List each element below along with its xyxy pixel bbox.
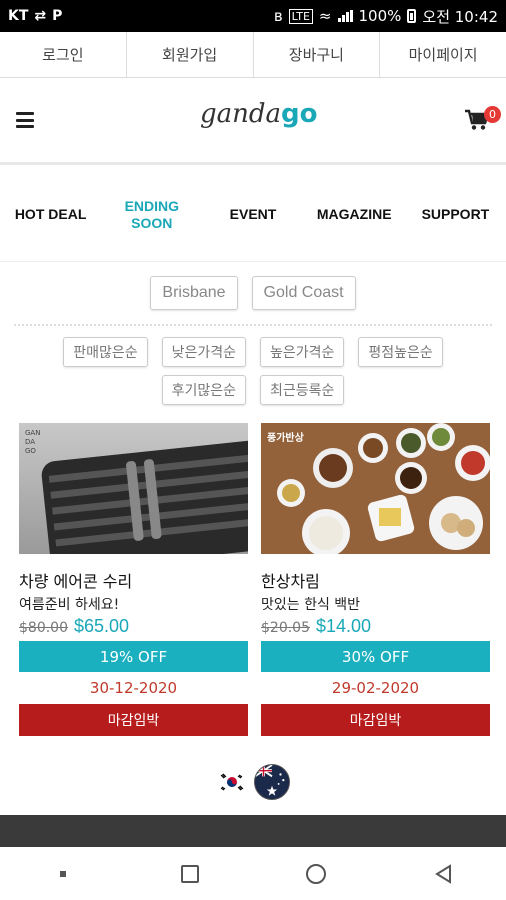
discount-badge: 30% OFF — [261, 641, 490, 672]
logo[interactable]: gandago — [200, 99, 318, 139]
signup-link[interactable]: 회원가입 — [127, 32, 254, 77]
carrier-label: KT — [8, 8, 29, 24]
product-title[interactable]: 한상차림 — [261, 568, 490, 591]
sort-high-price[interactable]: 높은가격순 — [260, 337, 345, 367]
location-filter: Brisbane Gold Coast — [0, 276, 506, 312]
tab-magazine[interactable]: MAGAZINE — [304, 168, 405, 261]
sort-options: 판매많은순 낮은가격순 높은가격순 평점높은순 후기많은순 최근등록순 — [40, 337, 466, 405]
main-nav: HOT DEAL ENDING SOON EVENT MAGAZINE SUPP… — [0, 168, 506, 262]
deal-end-date: 30-12-2020 — [89, 679, 178, 697]
discount-badge: 19% OFF — [19, 641, 248, 672]
back-icon[interactable] — [423, 854, 463, 894]
product-subtitle: 여름준비 하세요! — [19, 597, 120, 613]
sale-price: $14.00 — [316, 616, 372, 636]
tab-event[interactable]: EVENT — [202, 168, 303, 261]
original-price: $80.00 — [19, 620, 68, 636]
closing-soon-badge: 마감임박 — [261, 704, 490, 736]
sort-top-rated[interactable]: 평점높은순 — [358, 337, 443, 367]
cart-count-badge: 0 — [484, 106, 501, 123]
product-image[interactable]: 풍가반상 — [261, 423, 490, 554]
battery-icon — [407, 9, 417, 23]
mypage-link[interactable]: 마이페이지 — [380, 32, 506, 77]
tab-support[interactable]: SUPPORT — [405, 168, 506, 261]
menu-icon[interactable] — [16, 112, 34, 128]
divider — [14, 324, 492, 326]
home-icon[interactable] — [296, 854, 336, 894]
sort-most-reviews[interactable]: 후기많은순 — [161, 375, 246, 405]
bluetooth-icon: ʙ — [273, 7, 283, 25]
lte-icon: LTE — [288, 8, 313, 24]
tab-hot-deal[interactable]: HOT DEAL — [0, 168, 101, 261]
image-store-name: 풍가반상 — [267, 433, 304, 444]
sort-best-selling[interactable]: 판매많은순 — [63, 337, 148, 367]
parking-icon: P — [52, 8, 63, 24]
original-price: $20.05 — [261, 620, 310, 636]
login-link[interactable]: 로그인 — [0, 32, 127, 77]
sale-price: $65.00 — [74, 616, 130, 636]
language-selector — [218, 764, 290, 800]
sort-newest[interactable]: 최근등록순 — [260, 375, 345, 405]
product-title[interactable]: 차량 에어콘 수리 — [19, 568, 248, 591]
recent-apps-icon[interactable] — [170, 854, 210, 894]
korea-flag-icon[interactable] — [218, 772, 246, 792]
cart-link[interactable]: 장바구니 — [254, 32, 381, 77]
deal-end-date: 29-02-2020 — [331, 679, 420, 697]
location-brisbane[interactable]: Brisbane — [150, 276, 238, 310]
closing-soon-badge: 마감임박 — [19, 704, 248, 736]
app-header: gandago 0 — [0, 79, 506, 165]
signal-icon — [337, 10, 353, 22]
sort-low-price[interactable]: 낮은가격순 — [161, 337, 246, 367]
clock: 오전 10:42 — [422, 7, 498, 26]
australia-flag-icon[interactable] — [254, 764, 290, 800]
system-nav-bar — [0, 848, 506, 900]
location-gold-coast[interactable]: Gold Coast — [251, 276, 356, 310]
footer-bar — [0, 815, 506, 847]
overview-dot-icon[interactable] — [43, 854, 83, 894]
tab-ending-soon[interactable]: ENDING SOON — [101, 168, 202, 261]
product-subtitle: 맛있는 한식 백반 — [261, 597, 361, 613]
battery-percent: 100% — [358, 7, 402, 25]
usb-icon: ⇄ — [34, 8, 47, 24]
product-card[interactable]: GAN DA GO 차량 에어콘 수리 여름준비 하세요! $80.00 $65… — [19, 423, 248, 736]
top-links: 로그인 회원가입 장바구니 마이페이지 — [0, 32, 506, 78]
product-image[interactable]: GAN DA GO — [19, 423, 248, 554]
product-card[interactable]: 풍가반상 한상차림 맛있는 한식 백반 $20.05 $14.00 30% OF… — [261, 423, 490, 736]
image-watermark: GAN DA GO — [25, 429, 41, 455]
wifi-icon: ≈ — [318, 7, 332, 25]
status-bar: KT ⇄ P ʙ LTE ≈ 100% 오전 10:42 — [0, 0, 506, 32]
